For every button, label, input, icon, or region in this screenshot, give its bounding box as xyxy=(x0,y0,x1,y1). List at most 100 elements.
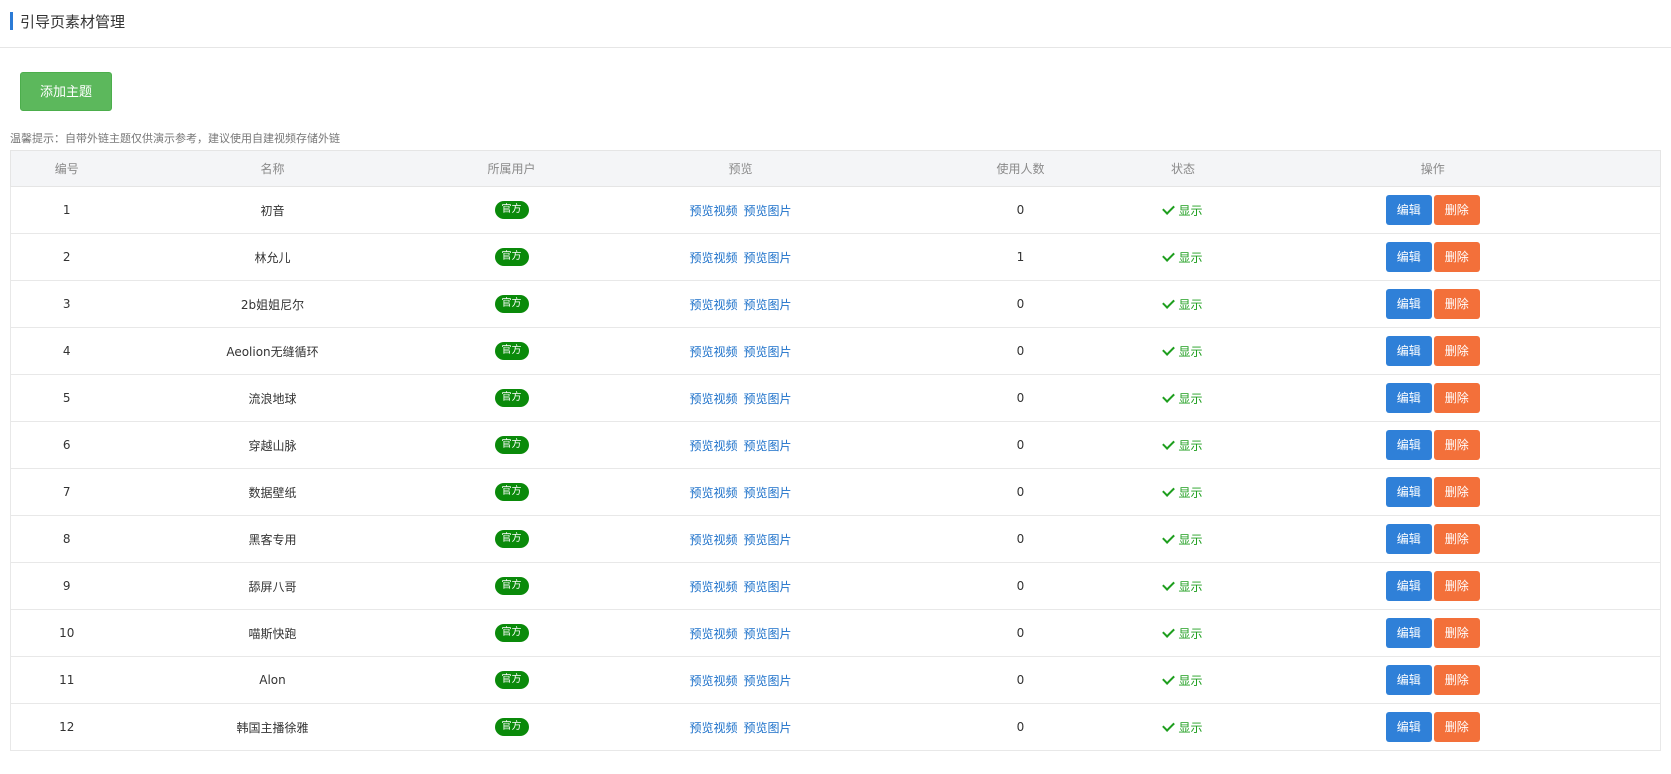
delete-button[interactable]: 删除 xyxy=(1433,289,1480,319)
edit-button[interactable]: 编辑 xyxy=(1385,289,1432,319)
preview-image-link[interactable]: 预览图片 xyxy=(744,674,792,688)
table-row: 8 黑客专用 官方 预览视频 预览图片 0 显示 编辑 删除 xyxy=(10,515,1661,563)
cell-name: 韩国主播徐雅 xyxy=(122,703,423,751)
status-indicator: 显示 xyxy=(1162,201,1203,218)
cell-actions: 编辑 删除 xyxy=(1205,609,1661,657)
owner-badge: 官方 xyxy=(494,248,529,266)
add-theme-button[interactable]: 添加主题 xyxy=(20,72,112,111)
edit-button[interactable]: 编辑 xyxy=(1385,477,1432,507)
row-id: 2 xyxy=(62,250,71,264)
cell-users: 0 xyxy=(880,562,1161,610)
cell-status: 显示 xyxy=(1160,515,1206,563)
cell-owner: 官方 xyxy=(422,562,601,610)
cell-users: 0 xyxy=(880,656,1161,704)
cell-users: 0 xyxy=(880,703,1161,751)
check-icon xyxy=(1162,577,1176,591)
row-name: 黑客专用 xyxy=(248,532,297,547)
status-indicator: 显示 xyxy=(1162,436,1203,453)
edit-button[interactable]: 编辑 xyxy=(1385,712,1432,742)
cell-status: 显示 xyxy=(1160,609,1206,657)
preview-image-link[interactable]: 预览图片 xyxy=(744,580,792,594)
delete-button[interactable]: 删除 xyxy=(1433,712,1480,742)
delete-button[interactable]: 删除 xyxy=(1433,477,1480,507)
delete-button[interactable]: 删除 xyxy=(1433,665,1480,695)
col-header-id: 编号 xyxy=(10,150,123,187)
row-user-count: 0 xyxy=(1016,626,1025,640)
edit-button[interactable]: 编辑 xyxy=(1385,383,1432,413)
preview-video-link[interactable]: 预览视频 xyxy=(689,345,737,359)
preview-image-link[interactable]: 预览图片 xyxy=(744,627,792,641)
cell-name: 舔屏八哥 xyxy=(122,562,423,610)
cell-actions: 编辑 删除 xyxy=(1205,656,1661,704)
edit-button[interactable]: 编辑 xyxy=(1385,195,1432,225)
delete-button[interactable]: 删除 xyxy=(1433,524,1480,554)
edit-button[interactable]: 编辑 xyxy=(1385,524,1432,554)
preview-video-link[interactable]: 预览视频 xyxy=(689,627,737,641)
delete-button[interactable]: 删除 xyxy=(1433,571,1480,601)
cell-name: 林允儿 xyxy=(122,233,423,281)
row-user-count: 0 xyxy=(1016,391,1025,405)
cell-owner: 官方 xyxy=(422,421,601,469)
delete-button[interactable]: 删除 xyxy=(1433,618,1480,648)
preview-video-link[interactable]: 预览视频 xyxy=(689,580,737,594)
delete-button[interactable]: 删除 xyxy=(1433,336,1480,366)
owner-badge: 官方 xyxy=(494,201,529,219)
row-name: 林允儿 xyxy=(254,250,291,265)
preview-video-link[interactable]: 预览视频 xyxy=(689,251,737,265)
preview-image-link[interactable]: 预览图片 xyxy=(744,204,792,218)
status-label: 显示 xyxy=(1178,250,1203,265)
row-user-count: 0 xyxy=(1016,438,1025,452)
check-icon xyxy=(1162,342,1176,356)
cell-owner: 官方 xyxy=(422,186,601,234)
edit-button[interactable]: 编辑 xyxy=(1385,242,1432,272)
preview-image-link[interactable]: 预览图片 xyxy=(744,251,792,265)
preview-video-link[interactable]: 预览视频 xyxy=(689,486,737,500)
cell-preview: 预览视频 预览图片 xyxy=(600,280,881,328)
row-name: 数据壁纸 xyxy=(248,485,297,500)
cell-id: 12 xyxy=(10,703,123,751)
preview-image-link[interactable]: 预览图片 xyxy=(744,439,792,453)
cell-status: 显示 xyxy=(1160,421,1206,469)
preview-image-link[interactable]: 预览图片 xyxy=(744,721,792,735)
cell-owner: 官方 xyxy=(422,468,601,516)
status-indicator: 显示 xyxy=(1162,342,1203,359)
edit-button[interactable]: 编辑 xyxy=(1385,430,1432,460)
cell-status: 显示 xyxy=(1160,280,1206,328)
edit-button[interactable]: 编辑 xyxy=(1385,571,1432,601)
header-accent-bar xyxy=(10,12,13,30)
cell-name: 流浪地球 xyxy=(122,374,423,422)
edit-button[interactable]: 编辑 xyxy=(1385,665,1432,695)
status-indicator: 显示 xyxy=(1162,671,1203,688)
cell-id: 2 xyxy=(10,233,123,281)
preview-image-link[interactable]: 预览图片 xyxy=(744,345,792,359)
delete-button[interactable]: 删除 xyxy=(1433,430,1480,460)
preview-video-link[interactable]: 预览视频 xyxy=(689,439,737,453)
delete-button[interactable]: 删除 xyxy=(1433,383,1480,413)
preview-image-link[interactable]: 预览图片 xyxy=(744,533,792,547)
preview-video-link[interactable]: 预览视频 xyxy=(689,533,737,547)
delete-button[interactable]: 删除 xyxy=(1433,242,1480,272)
row-id: 3 xyxy=(62,297,71,311)
preview-video-link[interactable]: 预览视频 xyxy=(689,674,737,688)
preview-video-link[interactable]: 预览视频 xyxy=(689,204,737,218)
cell-id: 10 xyxy=(10,609,123,657)
preview-image-link[interactable]: 预览图片 xyxy=(744,486,792,500)
row-id: 4 xyxy=(62,344,71,358)
cell-id: 4 xyxy=(10,327,123,375)
preview-image-link[interactable]: 预览图片 xyxy=(744,298,792,312)
preview-video-link[interactable]: 预览视频 xyxy=(689,392,737,406)
preview-image-link[interactable]: 预览图片 xyxy=(744,392,792,406)
status-indicator: 显示 xyxy=(1162,483,1203,500)
delete-button[interactable]: 删除 xyxy=(1433,195,1480,225)
table-header-row: 编号 名称 所属用户 预览 使用人数 状态 操作 xyxy=(10,150,1661,187)
edit-button[interactable]: 编辑 xyxy=(1385,618,1432,648)
cell-preview: 预览视频 预览图片 xyxy=(600,327,881,375)
row-name: 喵斯快跑 xyxy=(248,626,297,641)
row-id: 10 xyxy=(59,626,75,640)
preview-video-link[interactable]: 预览视频 xyxy=(689,721,737,735)
table-row: 9 舔屏八哥 官方 预览视频 预览图片 0 显示 编辑 删除 xyxy=(10,562,1661,610)
edit-button[interactable]: 编辑 xyxy=(1385,336,1432,366)
cell-users: 1 xyxy=(880,233,1161,281)
cell-id: 7 xyxy=(10,468,123,516)
preview-video-link[interactable]: 预览视频 xyxy=(689,298,737,312)
